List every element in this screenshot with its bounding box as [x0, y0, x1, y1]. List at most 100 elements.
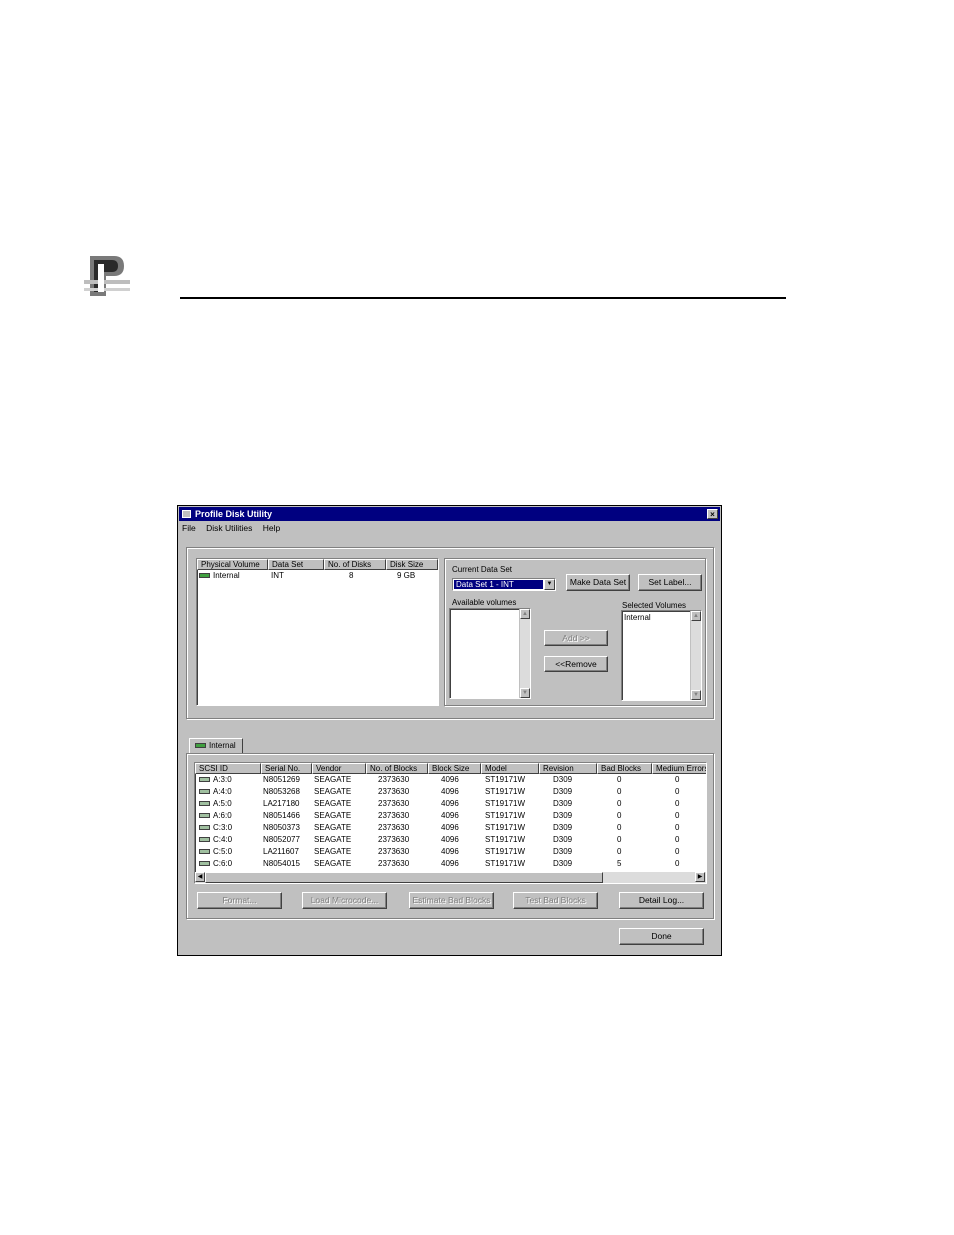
table-cell: 0: [675, 823, 680, 832]
estimate-bad-blocks-button[interactable]: Estimate Bad Blocks: [409, 892, 494, 909]
table-cell: ST19171W: [485, 811, 526, 820]
disk-drive-icon: [199, 789, 210, 795]
col-serial-no[interactable]: Serial No.: [261, 763, 312, 774]
col-no-of-disks[interactable]: No. of Disks: [324, 559, 386, 570]
disk-drive-icon: [199, 813, 210, 819]
table-cell: N8052077: [263, 835, 300, 844]
test-bad-blocks-button[interactable]: Test Bad Blocks: [513, 892, 598, 909]
table-row[interactable]: C:5:0 LA211607 SEAGATE 2373630 4096 ST19171W D…: [195, 846, 706, 858]
disk-rows: A:3:0 N8051269 SEAGATE 2373630 4096 ST19171W D…: [195, 774, 706, 870]
menu-disk-utilities[interactable]: Disk Utilities: [206, 523, 252, 533]
col-physical-volume[interactable]: Physical Volume: [197, 559, 268, 570]
available-scrollbar[interactable]: ▲ ▼: [519, 609, 530, 698]
scsi-id-text: A:3:0: [213, 775, 232, 784]
selected-scrollbar[interactable]: ▲ ▼: [690, 611, 701, 700]
col-model[interactable]: Model: [481, 763, 539, 774]
table-cell: 0: [617, 847, 622, 856]
format-button[interactable]: Format...: [197, 892, 282, 909]
scroll-up-icon[interactable]: ▲: [691, 611, 701, 621]
detail-log-button[interactable]: Detail Log...: [619, 892, 704, 909]
col-scsi-id[interactable]: SCSI ID: [195, 763, 261, 774]
col-revision[interactable]: Revision: [539, 763, 597, 774]
scsi-id-text: C:5:0: [213, 847, 233, 856]
tab-internal[interactable]: Internal: [189, 738, 243, 754]
remove-button[interactable]: <<Remove: [544, 656, 608, 672]
volume-disks: 8: [349, 571, 354, 580]
selected-volumes-label: Selected Volumes: [622, 601, 687, 610]
scroll-right-icon[interactable]: ▶: [695, 872, 705, 882]
disks-table[interactable]: SCSI ID Serial No. Vendor No. of Blocks …: [194, 762, 707, 884]
available-volumes-list[interactable]: ▲ ▼: [449, 608, 531, 699]
table-cell: 4096: [441, 847, 459, 856]
company-logo-icon: [84, 250, 130, 302]
volumes-list[interactable]: Physical Volume Data Set No. of Disks Di…: [196, 558, 439, 706]
table-cell: N8051269: [263, 775, 300, 784]
table-cell: 0: [617, 787, 622, 796]
table-cell: SEAGATE: [314, 859, 352, 868]
table-cell: 0: [617, 835, 622, 844]
table-row[interactable]: A:4:0 N8053268 SEAGATE 2373630 4096 ST19171W D…: [195, 786, 706, 798]
selected-volumes-list[interactable]: Internal ▲ ▼: [621, 610, 702, 701]
scsi-id-cell: C:4:0: [199, 834, 232, 845]
col-block-size[interactable]: Block Size: [428, 763, 481, 774]
set-label-button[interactable]: Set Label...: [638, 574, 702, 591]
horizontal-scrollbar[interactable]: ◀ ▶: [195, 872, 706, 883]
table-cell: 4096: [441, 799, 459, 808]
table-cell: 5: [617, 859, 622, 868]
menu-help[interactable]: Help: [263, 523, 280, 533]
current-data-set-select[interactable]: Data Set 1 - INT ▼: [452, 578, 556, 591]
table-row[interactable]: A:3:0 N8051269 SEAGATE 2373630 4096 ST19171W D…: [195, 774, 706, 786]
table-cell: SEAGATE: [314, 835, 352, 844]
table-cell: SEAGATE: [314, 775, 352, 784]
scsi-id-text: C:6:0: [213, 859, 233, 868]
table-cell: D309: [553, 823, 573, 832]
scsi-id-cell: A:3:0: [199, 774, 232, 785]
table-cell: SEAGATE: [314, 811, 352, 820]
table-row[interactable]: A:5:0 LA217180 SEAGATE 2373630 4096 ST19171W D…: [195, 798, 706, 810]
scsi-id-cell: C:5:0: [199, 846, 232, 857]
scroll-thumb[interactable]: [205, 872, 603, 883]
table-cell: SEAGATE: [314, 799, 352, 808]
menu-bar: File Disk Utilities Help: [182, 523, 288, 535]
col-bad-blocks[interactable]: Bad Blocks: [597, 763, 652, 774]
done-button[interactable]: Done: [619, 928, 704, 945]
close-button[interactable]: ×: [707, 509, 718, 519]
scroll-down-icon[interactable]: ▼: [520, 688, 530, 698]
table-row[interactable]: A:6:0 N8051466 SEAGATE 2373630 4096 ST19171W D…: [195, 810, 706, 822]
table-cell: 0: [675, 799, 680, 808]
load-microcode-button[interactable]: Load Microcode...: [302, 892, 387, 909]
table-cell: N8054015: [263, 859, 300, 868]
col-no-of-blocks[interactable]: No. of Blocks: [366, 763, 428, 774]
title-bar[interactable]: Profile Disk Utility ×: [179, 507, 720, 521]
scroll-down-icon[interactable]: ▼: [691, 690, 701, 700]
header-rule: [180, 297, 786, 299]
col-medium-errors[interactable]: Medium Errors: [652, 763, 706, 774]
volume-icon: [199, 573, 210, 579]
table-cell: 4096: [441, 859, 459, 868]
col-disk-size[interactable]: Disk Size: [386, 559, 438, 570]
scsi-id-cell: A:4:0: [199, 786, 232, 797]
table-cell: D309: [553, 799, 573, 808]
profile-disk-utility-window: Profile Disk Utility × File Disk Utiliti…: [177, 505, 722, 956]
table-cell: 0: [675, 787, 680, 796]
disk-drive-icon: [199, 849, 210, 855]
table-row[interactable]: C:4:0 N8052077 SEAGATE 2373630 4096 ST19171W D…: [195, 834, 706, 846]
table-cell: 2373630: [378, 847, 410, 856]
current-data-set-value: Data Set 1 - INT: [454, 580, 543, 589]
add-button[interactable]: Add >>: [544, 630, 608, 646]
chevron-down-icon[interactable]: ▼: [544, 579, 555, 590]
table-cell: SEAGATE: [314, 823, 352, 832]
table-row[interactable]: C:6:0 N8054015 SEAGATE 2373630 4096 ST19171W D…: [195, 858, 706, 870]
col-vendor[interactable]: Vendor: [312, 763, 366, 774]
scroll-up-icon[interactable]: ▲: [520, 609, 530, 619]
menu-file[interactable]: File: [182, 523, 196, 533]
make-data-set-button[interactable]: Make Data Set: [566, 574, 630, 591]
table-cell: ST19171W: [485, 859, 526, 868]
table-cell: 0: [675, 859, 680, 868]
col-data-set[interactable]: Data Set: [268, 559, 324, 570]
table-cell: 0: [675, 811, 680, 820]
table-row[interactable]: C:3:0 N8050373 SEAGATE 2373630 4096 ST19171W D…: [195, 822, 706, 834]
selected-volume-item[interactable]: Internal: [624, 612, 651, 623]
scroll-left-icon[interactable]: ◀: [195, 872, 205, 882]
table-cell: ST19171W: [485, 847, 526, 856]
